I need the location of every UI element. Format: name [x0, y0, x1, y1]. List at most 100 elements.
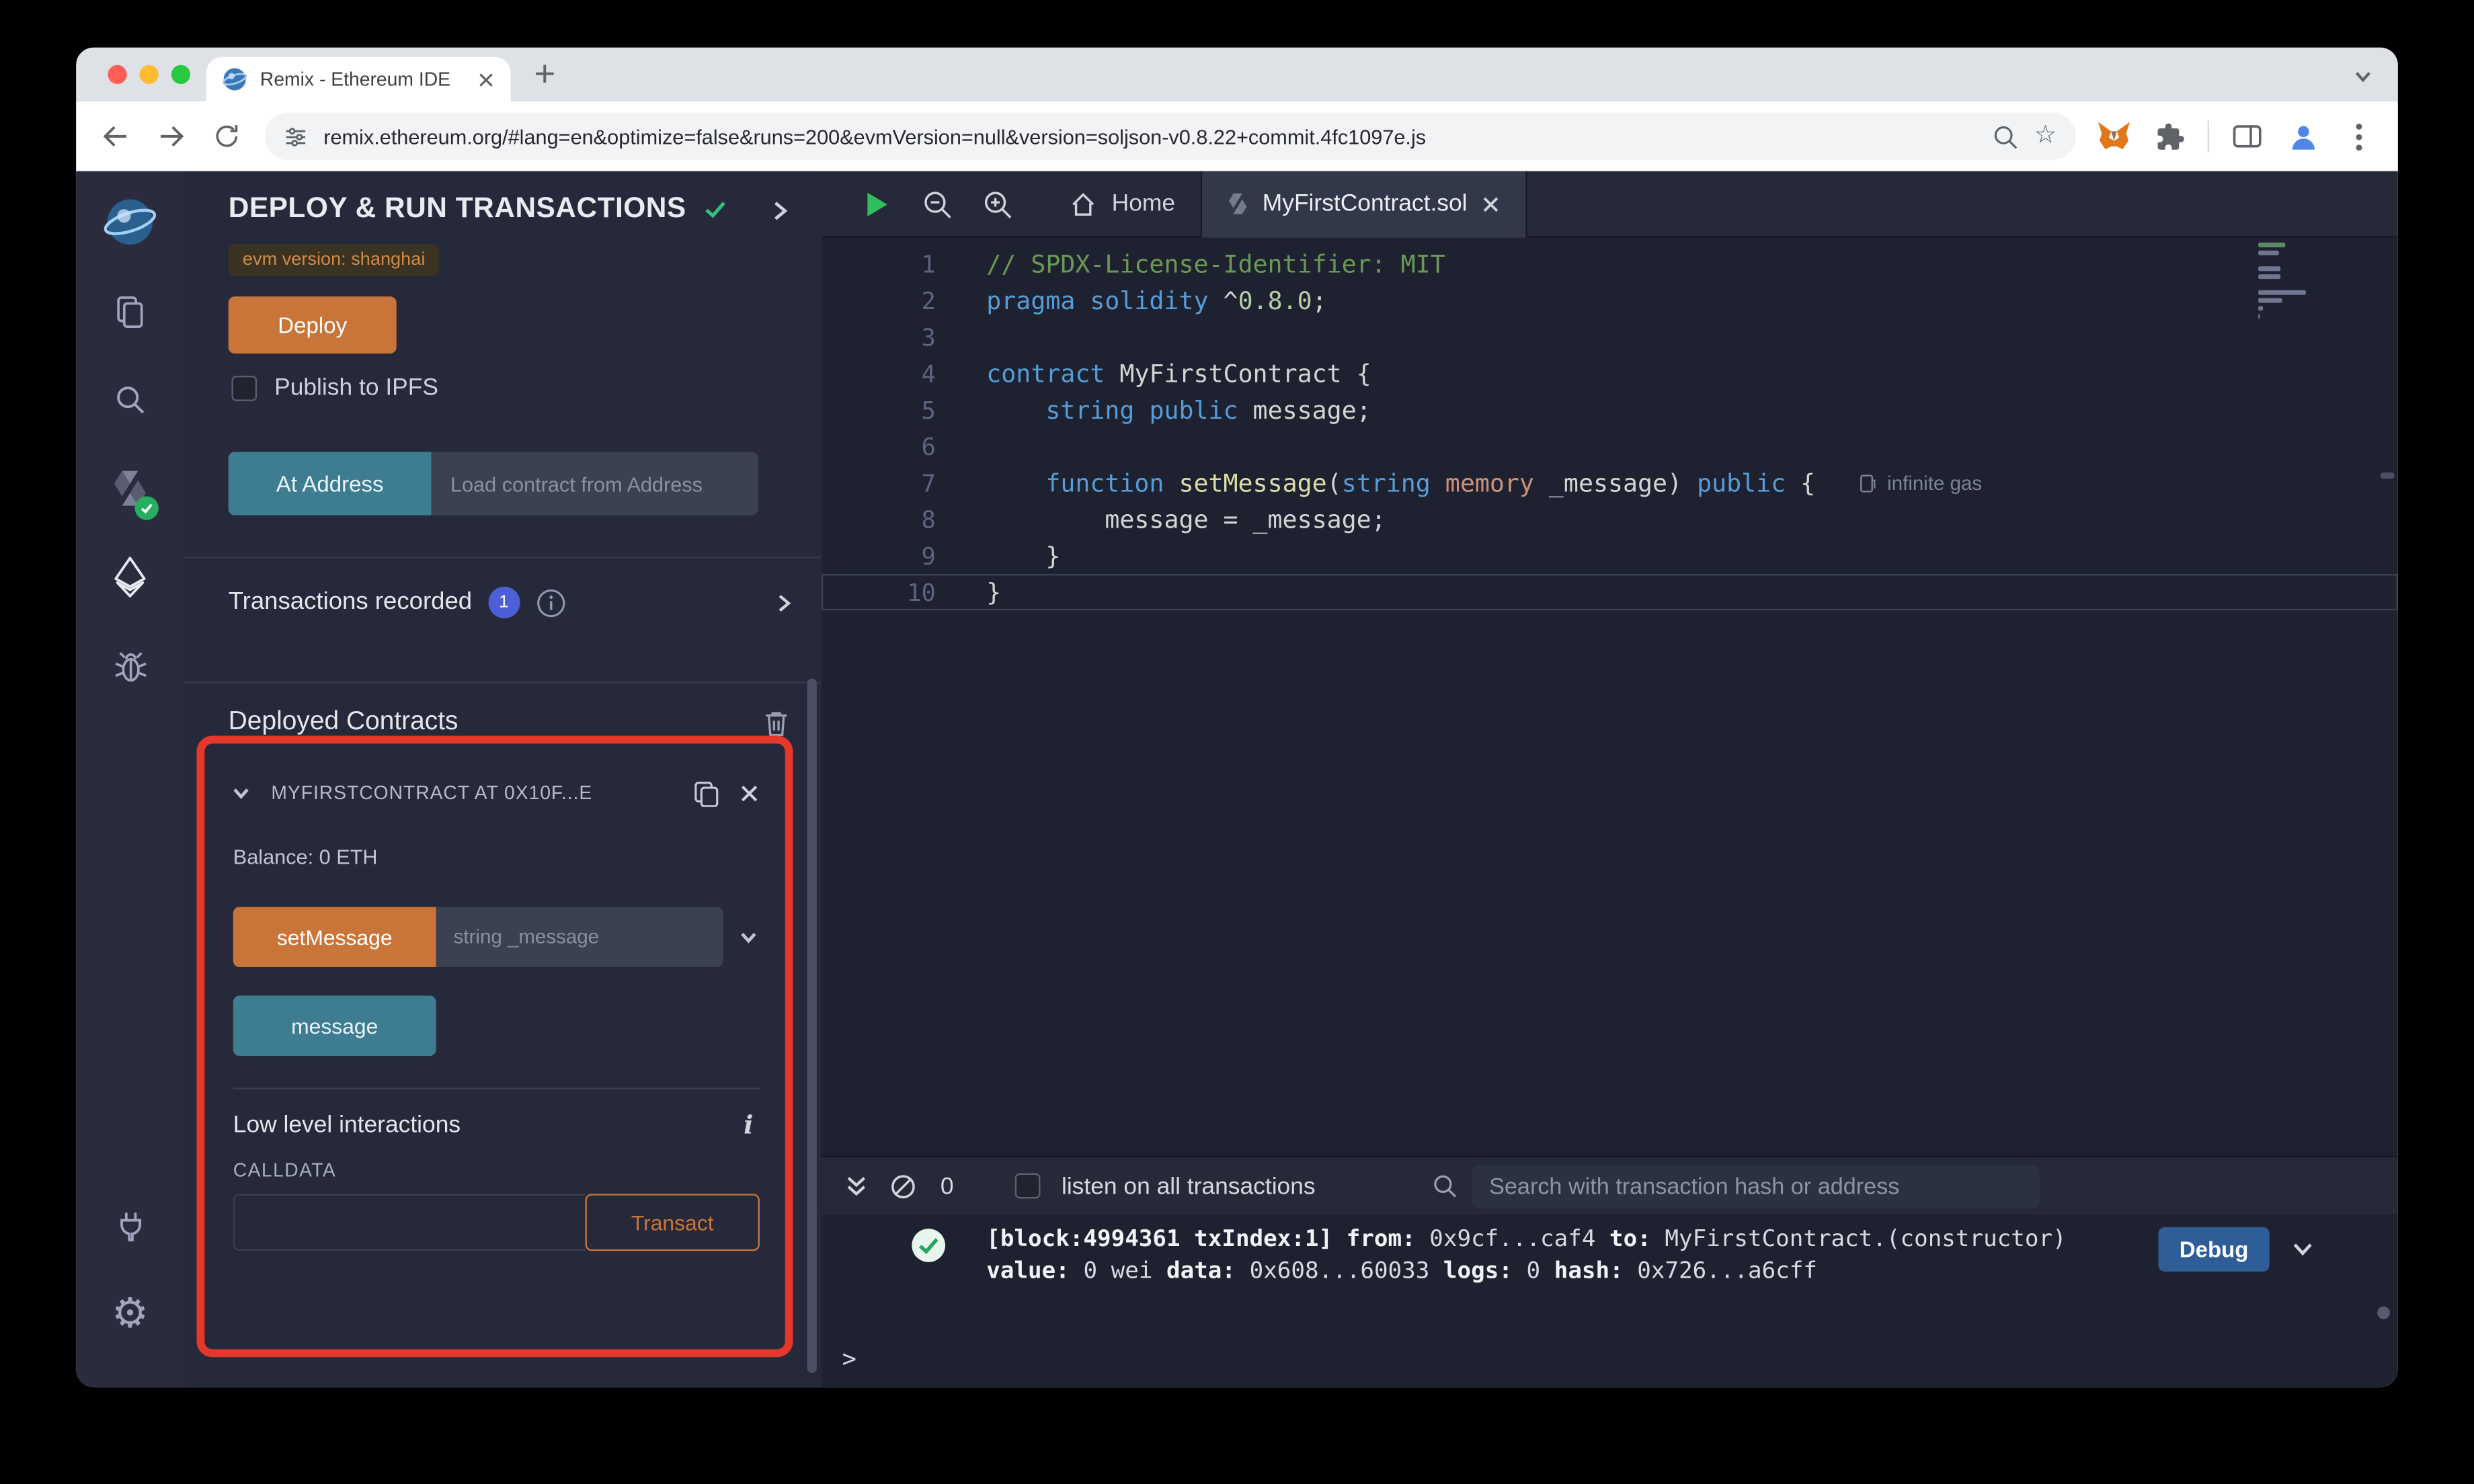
contract-card-header: MYFIRSTCONTRACT AT 0X10F...E — [230, 778, 760, 807]
tab-myfirstcontract[interactable]: MyFirstContract.sol — [1200, 170, 1528, 237]
code-editor[interactable]: 1// SPDX-License-Identifier: MIT 2 pragma … — [821, 237, 2398, 1156]
panel-scrollbar[interactable] — [807, 678, 817, 1373]
code-line: 5 string public message; — [921, 395, 1371, 425]
toolbar-divider — [2207, 120, 2210, 153]
set-message-button[interactable]: setMessage — [233, 907, 436, 967]
search-icon[interactable] — [95, 368, 165, 431]
transactions-info-icon[interactable] — [535, 587, 565, 618]
listen-all-tx-label: listen on all transactions — [1061, 1172, 1316, 1200]
low-level-info-icon[interactable]: i — [744, 1110, 753, 1140]
deploy-run-icon[interactable] — [95, 545, 165, 608]
close-window-button[interactable] — [108, 65, 127, 85]
tx-success-check-icon[interactable] — [910, 1227, 947, 1264]
debug-button[interactable]: Debug — [2158, 1227, 2270, 1272]
forward-button[interactable] — [154, 119, 189, 154]
debugger-icon[interactable] — [95, 634, 165, 698]
file-explorer-icon[interactable] — [95, 279, 165, 342]
terminal-scrollbar-dot[interactable] — [2377, 1306, 2390, 1319]
clear-contracts-trash-icon[interactable] — [763, 708, 790, 736]
code-line: 1// SPDX-License-Identifier: MIT — [921, 249, 1445, 278]
extensions-icon[interactable] — [2152, 119, 2187, 154]
panel-expand-chevron[interactable] — [770, 198, 789, 224]
publish-ipfs-label: Publish to IPFS — [274, 374, 438, 401]
remix-favicon — [222, 67, 247, 92]
code-line: 7 function setMessage(string memory _mes… — [921, 468, 1983, 497]
clear-console-icon[interactable] — [889, 1172, 916, 1199]
editor-scrollbar[interactable] — [2380, 472, 2395, 479]
editor-tabbar: Home MyFirstContract.sol — [821, 170, 2398, 238]
tab-file-close-icon[interactable] — [1482, 194, 1501, 213]
code-line: 2 pragma solidity ^0.8.0; — [921, 286, 1327, 315]
contract-balance: Balance: 0 ETH — [233, 845, 378, 869]
message-button[interactable]: message — [233, 995, 436, 1057]
solidity-compiler-icon[interactable] — [95, 456, 165, 520]
deployed-contract-card: MYFIRSTCONTRACT AT 0X10F...E Balance: 0 … — [196, 735, 793, 1358]
back-button[interactable] — [98, 119, 133, 154]
contract-collapse-chevron[interactable] — [230, 782, 252, 804]
transact-button[interactable]: Transact — [585, 1194, 760, 1251]
at-address-button[interactable]: At Address — [228, 452, 432, 516]
calldata-label: CALLDATA — [233, 1159, 337, 1182]
terminal: 0 listen on all transactions [block:4994… — [821, 1155, 2398, 1388]
metamask-icon[interactable] — [2097, 119, 2132, 154]
card-divider — [233, 1087, 760, 1089]
panel-check-icon — [705, 201, 725, 218]
copy-address-icon[interactable] — [692, 778, 720, 807]
address-bar[interactable]: remix.ethereum.org/#lang=en&optimize=fal… — [264, 112, 2076, 161]
url-text[interactable]: remix.ethereum.org/#lang=en&optimize=fal… — [323, 124, 1975, 148]
code-line: 9 } — [921, 541, 1061, 571]
reload-button[interactable] — [209, 119, 244, 154]
profile-avatar[interactable] — [2285, 119, 2320, 154]
code-line: 6 — [921, 431, 936, 461]
zoom-in-icon[interactable] — [977, 183, 1018, 224]
panel-divider — [184, 682, 822, 684]
terminal-search-icon — [1431, 1171, 1459, 1200]
browser-menu-icon[interactable] — [2341, 119, 2376, 154]
publish-ipfs-checkbox[interactable] — [231, 374, 257, 401]
tab-file-label: MyFirstContract.sol — [1262, 190, 1468, 218]
compile-success-badge — [134, 496, 159, 520]
collapse-terminal-icon[interactable] — [844, 1173, 869, 1199]
window-controls — [108, 65, 191, 85]
site-settings-icon[interactable] — [284, 124, 307, 148]
plugin-manager-icon[interactable] — [95, 1194, 165, 1257]
code-line: 8 message = _message; — [921, 505, 1386, 534]
side-panel-icon[interactable] — [2230, 119, 2265, 154]
panel-divider — [184, 556, 822, 559]
browser-toolbar: remix.ethereum.org/#lang=en&optimize=fal… — [76, 101, 2398, 171]
browser-window: Remix - Ethereum IDE remix.ethereum.org/… — [76, 47, 2398, 1388]
browser-tab[interactable]: Remix - Ethereum IDE — [206, 56, 511, 101]
remove-contract-icon[interactable] — [739, 782, 760, 803]
deployed-contracts-row: Deployed Contracts — [229, 707, 790, 737]
at-address-row: At Address — [228, 452, 758, 516]
tab-home[interactable]: Home — [1043, 171, 1201, 237]
transactions-recorded-label: Transactions recorded — [228, 588, 473, 616]
at-address-input[interactable] — [431, 452, 758, 516]
log-expand-chevron[interactable] — [2290, 1237, 2315, 1262]
calldata-input[interactable] — [233, 1194, 586, 1251]
tab-search-chevron[interactable] — [2347, 60, 2379, 92]
new-tab-button[interactable] — [533, 62, 557, 85]
bookmark-star-icon[interactable]: ☆ — [2034, 123, 2057, 149]
code-line: 10} — [822, 574, 2398, 610]
function-expand-chevron[interactable] — [737, 926, 760, 948]
listen-all-tx-checkbox[interactable] — [1015, 1173, 1041, 1199]
deploy-button[interactable]: Deploy — [228, 296, 397, 354]
zoom-window-button[interactable] — [171, 65, 191, 85]
tab-close-icon[interactable] — [477, 71, 495, 88]
remix-logo[interactable] — [95, 190, 165, 253]
terminal-search-input[interactable] — [1472, 1165, 2040, 1208]
minimize-window-button[interactable] — [139, 65, 159, 85]
transactions-expand-chevron[interactable] — [776, 591, 793, 614]
zoom-icon[interactable] — [1991, 123, 2018, 150]
run-script-icon[interactable] — [856, 183, 897, 224]
terminal-prompt[interactable]: > — [842, 1344, 856, 1372]
code-lines: 1// SPDX-License-Identifier: MIT 2 pragma … — [822, 246, 2398, 611]
solidity-file-icon — [1228, 192, 1248, 215]
minimap[interactable] — [2258, 242, 2312, 319]
calldata-row: Transact — [233, 1194, 760, 1251]
terminal-log-text[interactable]: [block:4994361 txIndex:1] from: 0x9cf...… — [986, 1224, 2066, 1287]
set-message-input[interactable] — [436, 907, 723, 967]
settings-gear-icon[interactable]: ⚙ — [95, 1282, 165, 1346]
zoom-out-icon[interactable] — [916, 183, 957, 224]
